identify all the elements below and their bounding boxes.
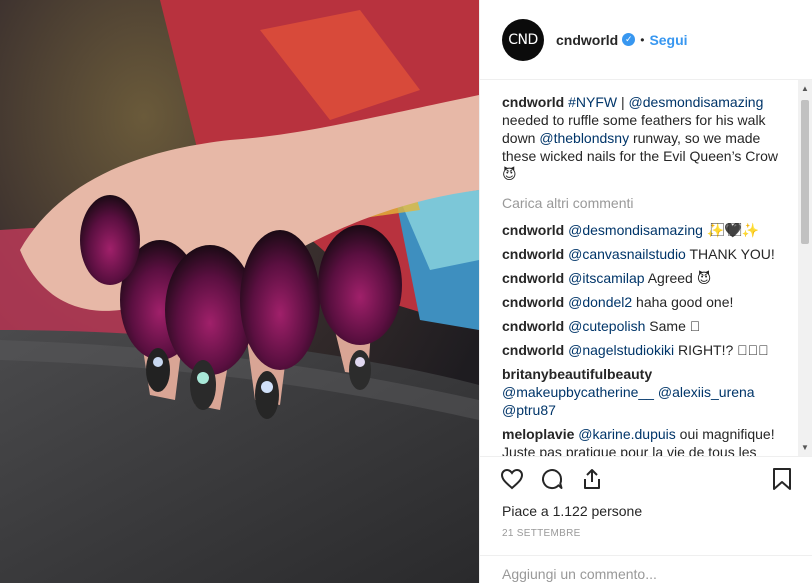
comment-text: THANK YOU! [685, 246, 775, 262]
comments-list[interactable]: cndworld #NYFW | @desmondisamazing neede… [480, 80, 812, 456]
comment-text: haha good one! [632, 294, 734, 310]
list-item: cndworld @cutepolish Same ⃞ [502, 317, 783, 335]
add-comment-input[interactable]: Aggiungi un commento... [480, 555, 812, 583]
likes-text: Piace a 1.122 persone [502, 503, 643, 519]
comment-mention[interactable]: @desmondisamazing [568, 222, 703, 238]
scroll-up-arrow-icon[interactable]: ▲ [801, 84, 809, 93]
comment-username[interactable]: cndworld [502, 294, 564, 310]
post-header: CND cndworld ✓ • Segui [480, 0, 812, 80]
comment-icon[interactable] [540, 467, 564, 491]
caption-separator: | [617, 94, 629, 110]
caption-mention[interactable]: @desmondisamazing [629, 94, 764, 110]
list-item: cndworld @nagelstudiokiki RIGHT!? ⃞⃞⃞ [502, 341, 783, 359]
comment-username[interactable]: cndworld [502, 342, 564, 358]
post-photo[interactable] [0, 0, 479, 583]
comment-mention[interactable]: @cutepolish [568, 318, 645, 334]
separator-dot: • [640, 32, 645, 47]
comment-mention[interactable]: @ptru87 [502, 402, 556, 418]
comment-mention[interactable]: @alexiis_urena [658, 384, 755, 400]
feather-nails-image [0, 0, 479, 583]
comment-username[interactable]: cndworld [502, 270, 564, 286]
post-actions: Piace a 1.122 persone 21 SETTEMBRE Aggiu… [480, 456, 812, 582]
comment-username[interactable]: meloplavie [502, 426, 574, 442]
list-item: meloplavie @karine.dupuis oui magnifique… [502, 425, 783, 456]
username[interactable]: cndworld [556, 32, 618, 48]
follow-button[interactable]: Segui [649, 32, 687, 48]
comment-mention[interactable]: @dondel2 [568, 294, 632, 310]
comments-scrollbar[interactable]: ▲ ▼ [798, 80, 812, 456]
comment-mention[interactable]: @itscamilap [568, 270, 644, 286]
list-item: cndworld @desmondisamazing ✨⃞🖤⃞✨ [502, 221, 783, 239]
comment-text: ✨⃞🖤⃞✨ [702, 222, 760, 238]
action-icons [500, 467, 604, 491]
comment-username[interactable]: cndworld [502, 222, 564, 238]
list-item: cndworld @dondel2 haha good one! [502, 293, 783, 311]
comment-mention[interactable]: @nagelstudiokiki [568, 342, 674, 358]
caption-mention[interactable]: @theblondsny [539, 130, 629, 146]
caption-hashtag[interactable]: #NYFW [568, 94, 617, 110]
comment-username[interactable]: cndworld [502, 246, 564, 262]
comment-username[interactable]: britanybeautifulbeauty [502, 366, 652, 382]
post-caption: cndworld #NYFW | @desmondisamazing neede… [502, 93, 783, 183]
caption-username[interactable]: cndworld [502, 94, 564, 110]
list-item: cndworld @itscamilap Agreed 😈 [502, 269, 783, 287]
post-date: 21 SETTEMBRE [502, 528, 581, 539]
scroll-thumb[interactable] [801, 100, 809, 244]
scroll-down-arrow-icon[interactable]: ▼ [801, 443, 809, 452]
load-more-comments-button[interactable]: Carica altri commenti [502, 195, 783, 211]
comment-text: RIGHT!? ⃞⃞⃞ [674, 342, 769, 358]
comment-username[interactable]: cndworld [502, 318, 564, 334]
comment-text: Agreed 😈 [644, 270, 712, 286]
comment-text: Same ⃞ [645, 318, 701, 334]
comment-mention[interactable]: @karine.dupuis [578, 426, 676, 442]
heart-icon[interactable] [500, 467, 524, 491]
list-item: britanybeautifulbeauty @makeupbycatherin… [502, 365, 783, 419]
list-item: cndworld @canvasnailstudio THANK YOU! [502, 245, 783, 263]
comment-mention[interactable]: @canvasnailstudio [568, 246, 686, 262]
likes-count[interactable]: Piace a 1.122 persone [502, 503, 642, 519]
post-side-panel: CND cndworld ✓ • Segui cndworld #NYFW | … [479, 0, 812, 583]
share-icon[interactable] [580, 467, 604, 491]
avatar[interactable]: CND [502, 18, 544, 61]
verified-badge-icon: ✓ [622, 33, 636, 46]
bookmark-icon[interactable] [771, 467, 793, 491]
comment-mention[interactable]: @makeupbycatherine__ [502, 384, 654, 400]
